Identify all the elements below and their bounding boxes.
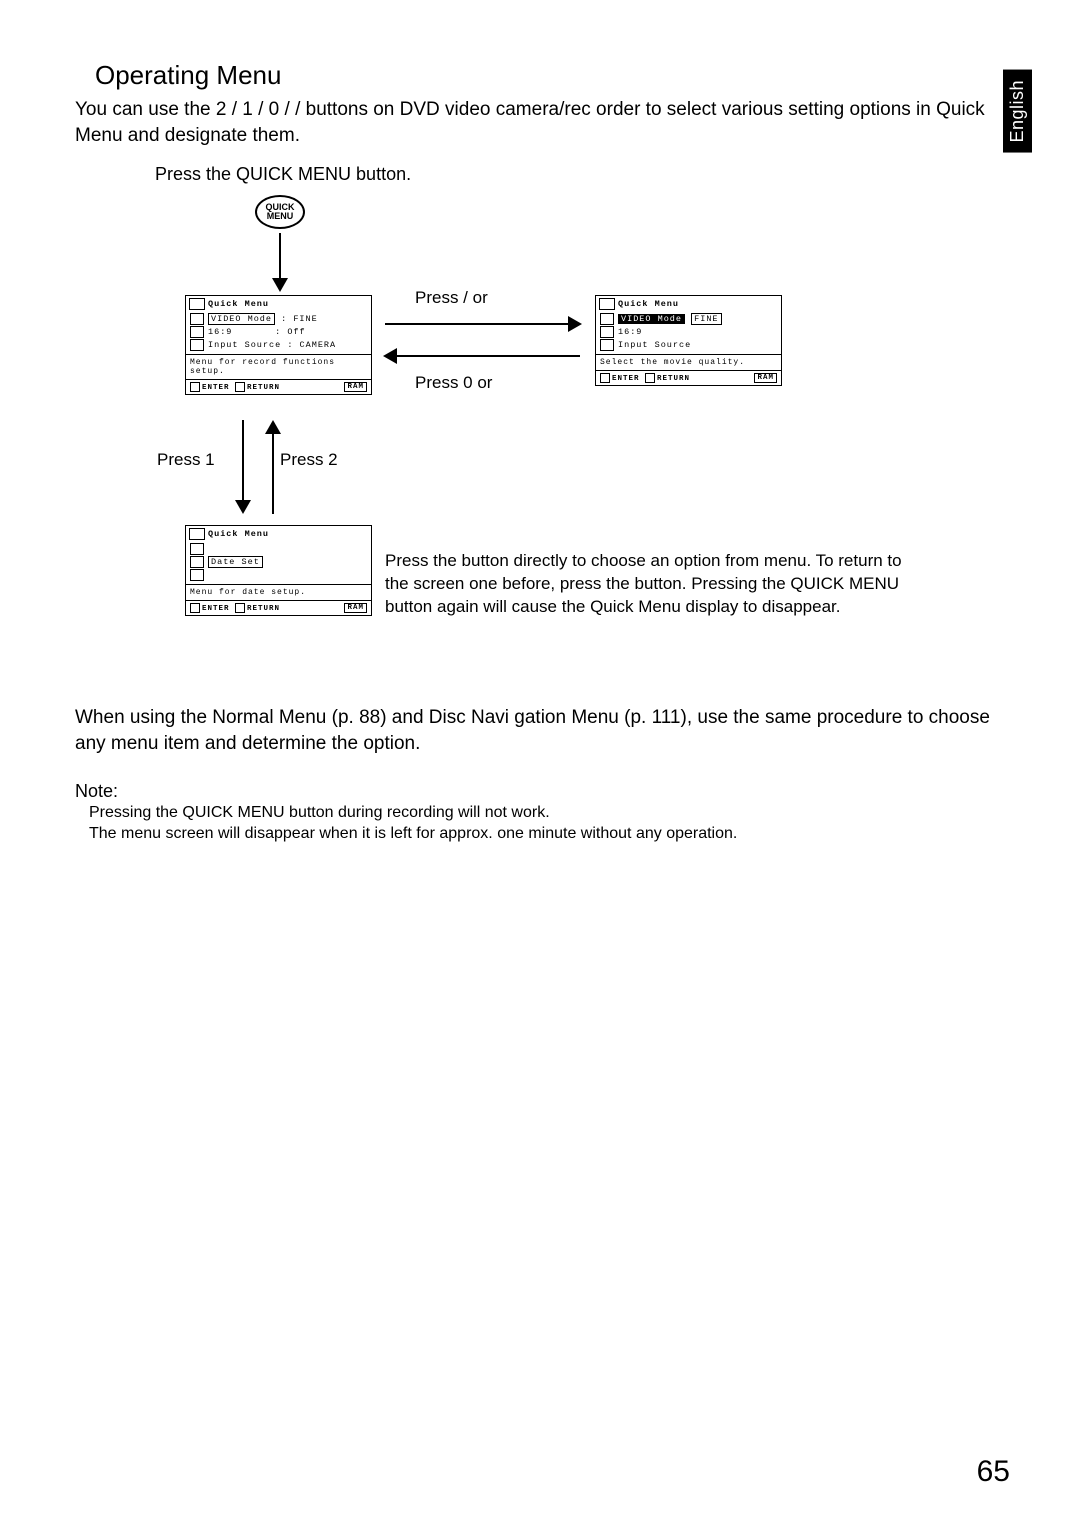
row-icon — [190, 313, 204, 325]
language-tab: English — [1003, 70, 1032, 153]
label-press-up: Press 2 — [280, 450, 338, 470]
intro-paragraph: You can use the 2 / 1 / 0 / / buttons on… — [75, 97, 1010, 148]
instruction-line: Press the QUICK MENU button. — [155, 164, 1010, 185]
page-number: 65 — [977, 1455, 1010, 1489]
return-icon — [235, 603, 245, 613]
screen2-r1b: FINE — [691, 313, 721, 325]
enter-icon — [190, 603, 200, 613]
screen1-r3b: : CAMERA — [287, 340, 336, 350]
return-icon — [235, 382, 245, 392]
screen1-r1a: VIDEO Mode — [208, 313, 275, 325]
screen2-foot-r: RAM — [754, 373, 777, 383]
screen1-r3a: Input Source — [208, 340, 281, 350]
arrow-left-icon — [385, 355, 580, 357]
closing-paragraph: When using the Normal Menu (p. 88) and D… — [75, 705, 1010, 756]
arrow-down-icon — [272, 278, 288, 292]
menu-screen-1: Quick Menu VIDEO Mode : FINE 16:9 : Off … — [185, 295, 372, 395]
screen1-title: Quick Menu — [208, 299, 269, 309]
screen1-foot-l: ENTER — [202, 384, 230, 392]
menu-screen-3: Quick Menu Date Set Menu for date setup.… — [185, 525, 372, 616]
screen1-r2b: : Off — [275, 327, 306, 337]
arrow-up-icon — [265, 420, 281, 434]
screen3-title: Quick Menu — [208, 529, 269, 539]
screen2-r2a: 16:9 — [618, 327, 642, 337]
screen1-r2a: 16:9 — [208, 327, 232, 337]
row-icon — [600, 326, 614, 338]
screen3-foot-l: ENTER — [202, 605, 230, 613]
screen1-message: Menu for record functions setup. — [186, 354, 371, 379]
quick-btn-text2: MENU — [267, 211, 294, 221]
quick-menu-button-icon: QUICK MENU — [255, 195, 305, 229]
row-icon — [190, 556, 204, 568]
screen2-r3a: Input Source — [618, 340, 691, 350]
screen1-r1b: : FINE — [281, 314, 318, 324]
label-press-left: Press 0 or — [415, 373, 492, 393]
diagram: QUICK MENU Quick Menu VIDEO Mode : FINE … — [75, 195, 1010, 675]
return-icon — [645, 373, 655, 383]
explanation-text: Press the button directly to choose an o… — [385, 550, 905, 619]
arrow-right-icon — [385, 323, 580, 325]
screen1-foot-m: RETURN — [247, 384, 280, 392]
enter-icon — [190, 382, 200, 392]
screen2-foot-l: ENTER — [612, 375, 640, 383]
screen2-r1a: VIDEO Mode — [618, 314, 685, 324]
screen3-message: Menu for date setup. — [186, 584, 371, 600]
label-press-right: Press / or — [415, 288, 488, 308]
arrow-down-icon — [235, 500, 251, 514]
camera-icon — [599, 298, 615, 310]
row-icon — [190, 326, 204, 338]
row-icon — [600, 313, 614, 325]
label-press-down: Press 1 — [157, 450, 215, 470]
row-icon — [190, 339, 204, 351]
row-icon — [600, 339, 614, 351]
screen2-title: Quick Menu — [618, 299, 679, 309]
screen2-foot-m: RETURN — [657, 375, 690, 383]
note-body: Pressing the QUICK MENU button during re… — [89, 802, 1010, 845]
note-heading: Note: — [75, 781, 1010, 802]
screen1-foot-r: RAM — [344, 382, 367, 392]
enter-icon — [600, 373, 610, 383]
screen3-foot-m: RETURN — [247, 605, 280, 613]
camera-icon — [189, 298, 205, 310]
row-icon — [190, 569, 204, 581]
menu-screen-2: Quick Menu VIDEO Mode FINE 16:9 Input So… — [595, 295, 782, 386]
screen3-r1a: Date Set — [208, 556, 263, 568]
screen2-message: Select the movie quality. — [596, 354, 781, 370]
page-title: Operating Menu — [95, 60, 1010, 91]
row-icon — [190, 543, 204, 555]
camera-icon — [189, 528, 205, 540]
screen3-foot-r: RAM — [344, 603, 367, 613]
